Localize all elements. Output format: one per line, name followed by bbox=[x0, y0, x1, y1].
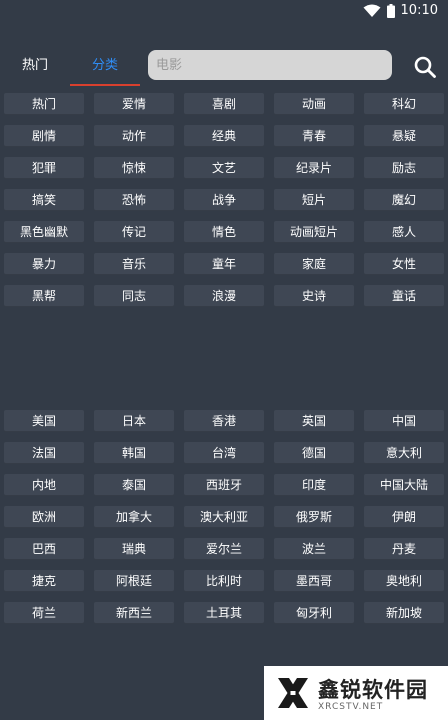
region-grid: 美国 日本 香港 英国 中国法国 韩国 台湾 德国 意大利内地 泰国 西班牙 印度 中国大陆欧洲 加拿大澳… bbox=[4, 410, 444, 624]
region-chip[interactable]: 丹麦 bbox=[364, 538, 444, 560]
genre-chip[interactable]: 惊悚 bbox=[94, 157, 174, 179]
tab-hot[interactable]: 热门 bbox=[8, 52, 62, 80]
region-chip[interactable]: 荷兰 bbox=[4, 602, 84, 624]
genre-chip[interactable]: 搞笑 bbox=[4, 189, 84, 211]
search-box bbox=[148, 50, 392, 80]
region-chip[interactable]: 爱尔兰 bbox=[184, 538, 264, 560]
genre-chip[interactable]: 青春 bbox=[274, 125, 354, 147]
watermark-title: 鑫锐软件园 bbox=[318, 678, 428, 702]
genre-chip[interactable]: 热门 bbox=[4, 93, 84, 115]
watermark: 鑫锐软件园 XRCSTV.NET bbox=[264, 666, 448, 720]
tab-category[interactable]: 分类 bbox=[70, 52, 140, 80]
region-chip[interactable]: 意大利 bbox=[364, 442, 444, 464]
region-chip[interactable]: 韩国 bbox=[94, 442, 174, 464]
region-chip[interactable]: 巴西 bbox=[4, 538, 84, 560]
genre-chip[interactable]: 黑帮 bbox=[4, 285, 84, 307]
genre-chip[interactable]: 喜剧 bbox=[184, 93, 264, 115]
region-chip[interactable]: 土耳其 bbox=[184, 602, 264, 624]
clock: 10:10 bbox=[400, 3, 438, 18]
genre-chip[interactable]: 音乐 bbox=[94, 253, 174, 275]
genre-chip[interactable]: 童话 bbox=[364, 285, 444, 307]
region-chip[interactable]: 瑞典 bbox=[94, 538, 174, 560]
top-bar: 热门 分类 bbox=[0, 44, 448, 88]
genre-chip[interactable]: 感人 bbox=[364, 221, 444, 243]
region-chip[interactable]: 日本 bbox=[94, 410, 174, 432]
genre-chip[interactable]: 动作 bbox=[94, 125, 174, 147]
genre-chip[interactable]: 魔幻 bbox=[364, 189, 444, 211]
search-input[interactable] bbox=[148, 50, 392, 80]
region-chip[interactable]: 俄罗斯 bbox=[274, 506, 354, 528]
genre-grid: 热门 爱情 喜剧 动画 科幻剧情 动作 经典 青春 悬疑犯罪 惊悚 文艺 纪录片 励志搞笑 恐怖 战争 短片魔… bbox=[4, 93, 444, 307]
genre-chip[interactable]: 犯罪 bbox=[4, 157, 84, 179]
genre-chip[interactable]: 女性 bbox=[364, 253, 444, 275]
wifi-icon bbox=[363, 4, 381, 17]
genre-chip[interactable]: 童年 bbox=[184, 253, 264, 275]
region-chip[interactable]: 阿根廷 bbox=[94, 570, 174, 592]
genre-chip[interactable]: 战争 bbox=[184, 189, 264, 211]
genre-chip[interactable]: 家庭 bbox=[274, 253, 354, 275]
region-chip[interactable]: 美国 bbox=[4, 410, 84, 432]
region-chip[interactable]: 中国大陆 bbox=[364, 474, 444, 496]
region-chip[interactable]: 奥地利 bbox=[364, 570, 444, 592]
region-chip[interactable]: 中国 bbox=[364, 410, 444, 432]
genre-chip[interactable]: 经典 bbox=[184, 125, 264, 147]
region-chip[interactable]: 墨西哥 bbox=[274, 570, 354, 592]
region-chip[interactable]: 内地 bbox=[4, 474, 84, 496]
genre-chip[interactable]: 史诗 bbox=[274, 285, 354, 307]
genre-chip[interactable]: 恐怖 bbox=[94, 189, 174, 211]
region-chip[interactable]: 印度 bbox=[274, 474, 354, 496]
genre-chip[interactable]: 动画短片 bbox=[274, 221, 354, 243]
genre-chip[interactable]: 传记 bbox=[94, 221, 174, 243]
region-chip[interactable]: 英国 bbox=[274, 410, 354, 432]
genre-chip[interactable]: 短片 bbox=[274, 189, 354, 211]
watermark-logo-icon bbox=[278, 678, 308, 708]
genre-chip[interactable]: 文艺 bbox=[184, 157, 264, 179]
search-icon[interactable] bbox=[412, 54, 438, 80]
region-chip[interactable]: 波兰 bbox=[274, 538, 354, 560]
genre-chip[interactable]: 情色 bbox=[184, 221, 264, 243]
genre-chip[interactable]: 励志 bbox=[364, 157, 444, 179]
battery-icon bbox=[386, 3, 395, 18]
active-tab-indicator bbox=[70, 84, 140, 86]
watermark-subtitle: XRCSTV.NET bbox=[318, 702, 384, 712]
region-chip[interactable]: 加拿大 bbox=[94, 506, 174, 528]
region-chip[interactable]: 香港 bbox=[184, 410, 264, 432]
region-chip[interactable]: 德国 bbox=[274, 442, 354, 464]
genre-chip[interactable]: 同志 bbox=[94, 285, 174, 307]
region-chip[interactable]: 泰国 bbox=[94, 474, 174, 496]
genre-chip[interactable]: 爱情 bbox=[94, 93, 174, 115]
genre-chip[interactable]: 科幻 bbox=[364, 93, 444, 115]
region-chip[interactable]: 伊朗 bbox=[364, 506, 444, 528]
genre-chip[interactable]: 浪漫 bbox=[184, 285, 264, 307]
region-chip[interactable]: 新加坡 bbox=[364, 602, 444, 624]
genre-chip[interactable]: 动画 bbox=[274, 93, 354, 115]
genre-chip[interactable]: 暴力 bbox=[4, 253, 84, 275]
region-chip[interactable]: 捷克 bbox=[4, 570, 84, 592]
genre-chip[interactable]: 黑色幽默 bbox=[4, 221, 84, 243]
region-chip[interactable]: 匈牙利 bbox=[274, 602, 354, 624]
region-chip[interactable]: 新西兰 bbox=[94, 602, 174, 624]
genre-chip[interactable]: 悬疑 bbox=[364, 125, 444, 147]
region-chip[interactable]: 欧洲 bbox=[4, 506, 84, 528]
region-chip[interactable]: 法国 bbox=[4, 442, 84, 464]
region-chip[interactable]: 西班牙 bbox=[184, 474, 264, 496]
region-chip[interactable]: 澳大利亚 bbox=[184, 506, 264, 528]
genre-chip[interactable]: 纪录片 bbox=[274, 157, 354, 179]
status-bar: 10:10 bbox=[0, 0, 448, 24]
genre-chip[interactable]: 剧情 bbox=[4, 125, 84, 147]
region-chip[interactable]: 台湾 bbox=[184, 442, 264, 464]
region-chip[interactable]: 比利时 bbox=[184, 570, 264, 592]
